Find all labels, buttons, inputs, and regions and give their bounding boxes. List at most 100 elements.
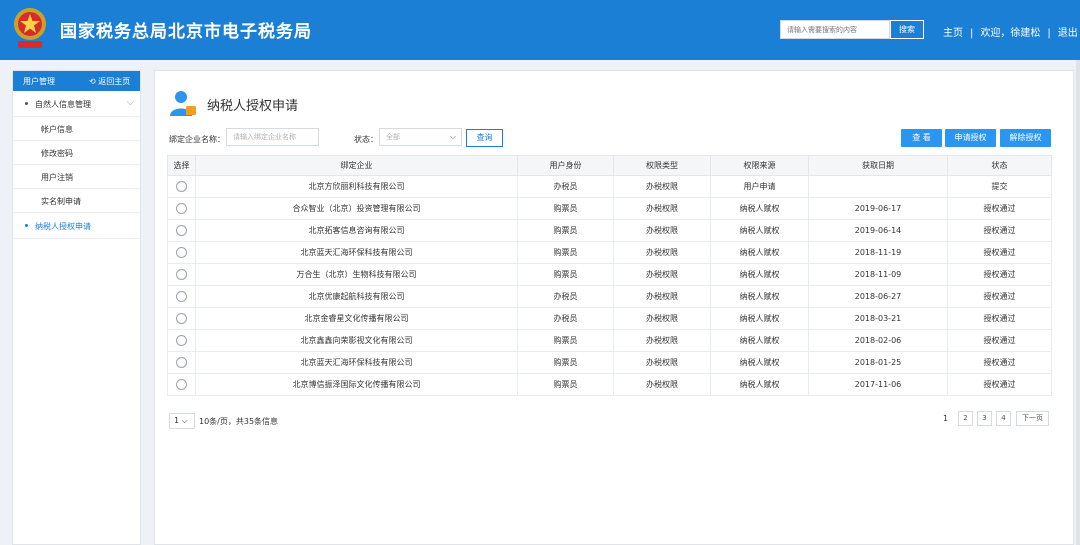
perm-type-cell: 办税权限: [613, 373, 711, 396]
status-cell: 授权通过: [947, 329, 1052, 352]
role-cell: 办税员: [517, 307, 614, 330]
perm-source-cell: 纳税人赋权: [710, 373, 809, 396]
status-cell: 授权通过: [947, 197, 1052, 220]
row-radio[interactable]: [176, 225, 187, 236]
welcome-text: 欢迎，徐建松: [980, 28, 1041, 39]
back-home-link[interactable]: ⟲ 返回主页: [89, 76, 130, 87]
date-cell: 2017-11-06: [808, 373, 948, 396]
status-cell: 授权通过: [947, 219, 1052, 242]
table-row[interactable]: 北京蓝天汇海环保科技有限公司 购票员 办税权限 纳税人赋权 2018-01-25 授权通过: [167, 351, 1052, 374]
role-cell: 购票员: [517, 263, 614, 286]
col-header-date: 获取日期: [808, 155, 948, 176]
page-2-button[interactable]: 2: [958, 411, 973, 426]
col-header-status: 状态: [947, 155, 1052, 176]
sidebar-item-change-password[interactable]: 修改密码: [13, 141, 140, 165]
col-header-perm-type: 权限类型: [613, 155, 711, 176]
role-cell: 办税员: [517, 175, 614, 198]
apply-auth-button[interactable]: 申请授权: [945, 129, 996, 147]
top-header: 国家税务总局北京市电子税务局 搜索 主页|欢迎，徐建松|退出: [0, 0, 1080, 60]
status-cell: 授权通过: [947, 285, 1052, 308]
sidebar-title: 用户管理: [23, 77, 55, 86]
sidebar: 用户管理 ⟲ 返回主页 自然人信息管理 ⌵ 帐户信息 修改密码 用户注销 实名制…: [12, 70, 141, 545]
per-page-select[interactable]: 1 ⌵: [169, 413, 195, 429]
table-row[interactable]: 北京博信振泽国际文化传播有限公司 购票员 办税权限 纳税人赋权 2017-11-06 授权…: [167, 373, 1052, 396]
perm-source-cell: 用户申请: [710, 175, 809, 198]
page-scrollbar[interactable]: [1076, 60, 1080, 545]
top-nav: 主页 | 欢迎，徐建松 | 退出: [943, 28, 1078, 39]
row-select-cell: [167, 329, 196, 352]
view-button[interactable]: 查 看: [901, 129, 942, 147]
perm-type-cell: 办税权限: [613, 329, 711, 352]
table-row[interactable]: 北京优康起航科技有限公司 办税员 办税权限 纳税人赋权 2018-06-27 授权通过: [167, 285, 1052, 308]
row-radio[interactable]: [176, 335, 187, 346]
table-row[interactable]: 北京拓客信息咨询有限公司 购票员 办税权限 纳税人赋权 2019-06-14 授权通过: [167, 219, 1052, 242]
row-select-cell: [167, 285, 196, 308]
revoke-auth-button[interactable]: 解除授权: [1000, 129, 1051, 147]
row-select-cell: [167, 197, 196, 220]
bullet-icon: [25, 224, 28, 227]
row-radio[interactable]: [176, 269, 187, 280]
date-cell: 2019-06-14: [808, 219, 948, 242]
row-radio[interactable]: [176, 379, 187, 390]
main-panel: 纳税人授权申请 绑定企业名称： 请输入绑定企业名称 状态： 全部 ⌵ 查询 查 …: [154, 70, 1074, 545]
table-row[interactable]: 北京鑫鑫向荣影视文化有限公司 购票员 办税权限 纳税人赋权 2018-02-06 授权通过: [167, 329, 1052, 352]
row-radio[interactable]: [176, 313, 187, 324]
company-filter-input[interactable]: 请输入绑定企业名称: [226, 128, 319, 146]
page-3-button[interactable]: 3: [977, 411, 992, 426]
perm-source-cell: 纳税人赋权: [710, 219, 809, 242]
logout-link[interactable]: 退出: [1058, 28, 1078, 39]
perm-type-cell: 办税权限: [613, 175, 711, 198]
perm-source-cell: 纳税人赋权: [710, 241, 809, 264]
perm-source-cell: 纳税人赋权: [710, 285, 809, 308]
status-filter-label: 状态：: [354, 135, 378, 144]
status-cell: 授权通过: [947, 373, 1052, 396]
search-button[interactable]: 搜索: [890, 20, 924, 39]
auth-table: 选择 绑定企业 用户身份 权限类型 权限来源 获取日期 状态 北京方欣丽利科技有…: [167, 155, 1052, 396]
chevron-down-icon: ⌵: [449, 132, 456, 141]
sidebar-item-taxpayer-auth[interactable]: 纳税人授权申请: [13, 213, 140, 239]
role-cell: 购票员: [517, 241, 614, 264]
role-cell: 购票员: [517, 197, 614, 220]
company-cell: 合众智业（北京）投资管理有限公司: [195, 197, 518, 220]
pagination-info: 10条/页，共35条信息: [199, 417, 279, 426]
row-radio[interactable]: [176, 247, 187, 258]
user-auth-icon: [170, 91, 196, 116]
status-select[interactable]: 全部 ⌵: [379, 128, 462, 146]
sidebar-item-account-info[interactable]: 帐户信息: [13, 117, 140, 141]
company-cell: 北京金睿星文化传播有限公司: [195, 307, 518, 330]
company-cell: 北京拓客信息咨询有限公司: [195, 219, 518, 242]
sidebar-item-realname-apply[interactable]: 实名制申请: [13, 189, 140, 213]
row-radio[interactable]: [176, 291, 187, 302]
current-page: 1: [943, 414, 949, 423]
company-cell: 北京优康起航科技有限公司: [195, 285, 518, 308]
row-radio[interactable]: [176, 181, 187, 192]
role-cell: 购票员: [517, 351, 614, 374]
sidebar-group-personal-info[interactable]: 自然人信息管理 ⌵: [13, 91, 140, 117]
sidebar-item-cancel-account[interactable]: 用户注销: [13, 165, 140, 189]
row-radio[interactable]: [176, 357, 187, 368]
row-select-cell: [167, 351, 196, 374]
company-cell: 北京鑫鑫向荣影视文化有限公司: [195, 329, 518, 352]
date-cell: 2018-03-21: [808, 307, 948, 330]
date-cell: 2018-02-06: [808, 329, 948, 352]
perm-type-cell: 办税权限: [613, 241, 711, 264]
perm-source-cell: 纳税人赋权: [710, 329, 809, 352]
sidebar-header: 用户管理 ⟲ 返回主页: [13, 71, 140, 91]
status-cell: 授权通过: [947, 241, 1052, 264]
col-header-select: 选择: [167, 155, 196, 176]
row-select-cell: [167, 219, 196, 242]
table-row[interactable]: 北京方欣丽利科技有限公司 办税员 办税权限 用户申请 提交: [167, 175, 1052, 198]
perm-source-cell: 纳税人赋权: [710, 197, 809, 220]
table-row[interactable]: 万合生（北京）生物科技有限公司 购票员 办税权限 纳税人赋权 2018-11-09 授权通…: [167, 263, 1052, 286]
date-cell: 2018-06-27: [808, 285, 948, 308]
table-row[interactable]: 合众智业（北京）投资管理有限公司 购票员 办税权限 纳税人赋权 2019-06-17 授权…: [167, 197, 1052, 220]
home-link[interactable]: 主页: [943, 28, 963, 39]
page-4-button[interactable]: 4: [996, 411, 1011, 426]
next-page-button[interactable]: 下一页: [1016, 411, 1049, 426]
col-header-perm-source: 权限来源: [710, 155, 809, 176]
table-row[interactable]: 北京金睿星文化传播有限公司 办税员 办税权限 纳税人赋权 2018-03-21 授权通过: [167, 307, 1052, 330]
search-input[interactable]: [780, 20, 890, 39]
table-row[interactable]: 北京蓝天汇海环保科技有限公司 购票员 办税权限 纳税人赋权 2018-11-19 授权通过: [167, 241, 1052, 264]
query-button[interactable]: 查询: [466, 129, 503, 147]
row-radio[interactable]: [176, 203, 187, 214]
